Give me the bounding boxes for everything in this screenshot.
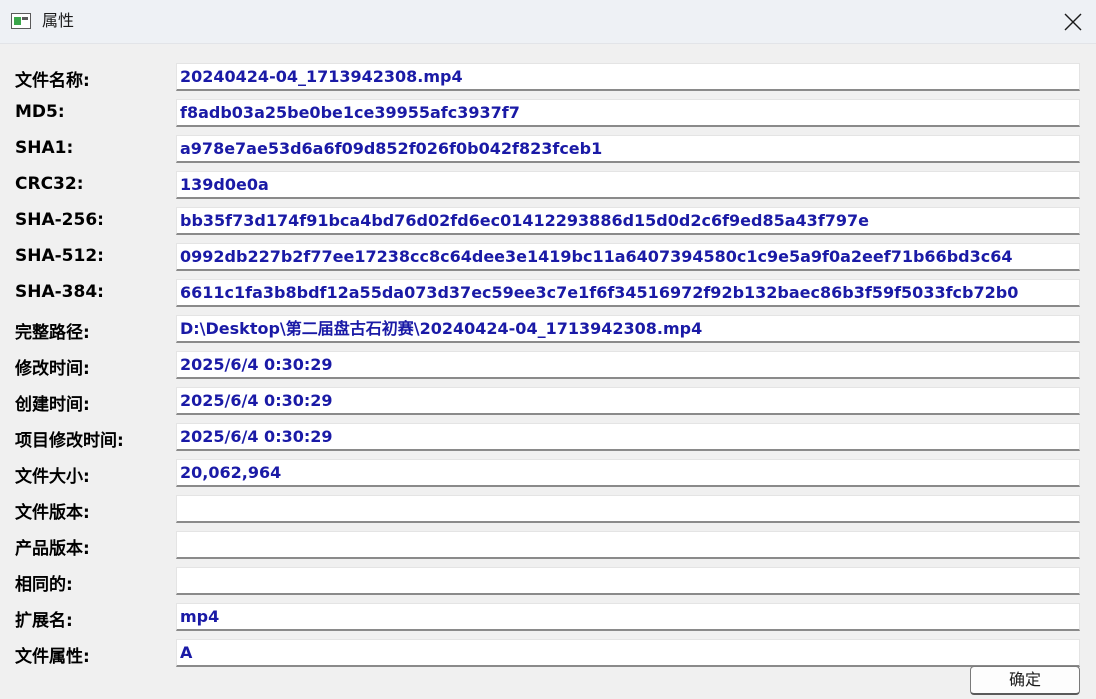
title-bar: 属性 [0, 0, 1096, 44]
file-version-label: 文件版本: [15, 503, 90, 523]
file-name-label: 文件名称: [15, 71, 90, 91]
row-crc32: CRC32: 139d0e0a [0, 170, 1096, 206]
properties-window: 属性 文件名称: 20240424-04_1713942308.mp4 MD5:… [0, 0, 1096, 699]
product-version-field[interactable] [176, 531, 1080, 559]
file-version-field[interactable] [176, 495, 1080, 523]
app-window-icon [11, 13, 31, 29]
sha512-label: SHA-512: [15, 246, 104, 266]
sha512-field[interactable]: 0992db227b2f77ee17238cc8c64dee3e1419bc11… [176, 243, 1080, 271]
row-sha512: SHA-512: 0992db227b2f77ee17238cc8c64dee3… [0, 242, 1096, 278]
row-file-size: 文件大小: 20,062,964 [0, 458, 1096, 494]
close-button[interactable] [1050, 0, 1096, 44]
md5-field[interactable]: f8adb03a25be0be1ce39955afc3937f7 [176, 99, 1080, 127]
attributes-field[interactable]: A [176, 639, 1080, 667]
row-md5: MD5: f8adb03a25be0be1ce39955afc3937f7 [0, 98, 1096, 134]
extension-label: 扩展名: [15, 611, 73, 631]
sha256-field[interactable]: bb35f73d174f91bca4bd76d02fd6ec0141229388… [176, 207, 1080, 235]
crc32-field[interactable]: 139d0e0a [176, 171, 1080, 199]
sha1-field[interactable]: a978e7ae53d6a6f09d852f026f0b042f823fceb1 [176, 135, 1080, 163]
row-modified-time: 修改时间: 2025/6/4 0:30:29 [0, 350, 1096, 386]
sha384-label: SHA-384: [15, 282, 104, 302]
close-icon [1064, 13, 1082, 31]
row-same: 相同的: [0, 566, 1096, 602]
window-title: 属性 [42, 11, 75, 30]
entry-modified-time-label: 项目修改时间: [15, 431, 124, 451]
row-product-version: 产品版本: [0, 530, 1096, 566]
same-field[interactable] [176, 567, 1080, 595]
full-path-field[interactable]: D:\Desktop\第二届盘古石初赛\20240424-04_17139423… [176, 315, 1080, 343]
row-full-path: 完整路径: D:\Desktop\第二届盘古石初赛\20240424-04_17… [0, 314, 1096, 350]
row-created-time: 创建时间: 2025/6/4 0:30:29 [0, 386, 1096, 422]
sha1-label: SHA1: [15, 138, 74, 158]
row-file-version: 文件版本: [0, 494, 1096, 530]
modified-time-label: 修改时间: [15, 359, 90, 379]
full-path-label: 完整路径: [15, 323, 90, 343]
sha384-field[interactable]: 6611c1fa3b8bdf12a55da073d37ec59ee3c7e1f6… [176, 279, 1080, 307]
file-name-field[interactable]: 20240424-04_1713942308.mp4 [176, 63, 1080, 91]
same-label: 相同的: [15, 575, 73, 595]
row-sha1: SHA1: a978e7ae53d6a6f09d852f026f0b042f82… [0, 134, 1096, 170]
row-sha256: SHA-256: bb35f73d174f91bca4bd76d02fd6ec0… [0, 206, 1096, 242]
ok-button[interactable]: 确定 [970, 666, 1080, 695]
created-time-field[interactable]: 2025/6/4 0:30:29 [176, 387, 1080, 415]
row-extension: 扩展名: mp4 [0, 602, 1096, 638]
row-file-name: 文件名称: 20240424-04_1713942308.mp4 [0, 62, 1096, 98]
modified-time-field[interactable]: 2025/6/4 0:30:29 [176, 351, 1080, 379]
sha256-label: SHA-256: [15, 210, 104, 230]
row-sha384: SHA-384: 6611c1fa3b8bdf12a55da073d37ec59… [0, 278, 1096, 314]
row-entry-modified-time: 项目修改时间: 2025/6/4 0:30:29 [0, 422, 1096, 458]
product-version-label: 产品版本: [15, 539, 90, 559]
extension-field[interactable]: mp4 [176, 603, 1080, 631]
row-attributes: 文件属性: A [0, 638, 1096, 674]
created-time-label: 创建时间: [15, 395, 90, 415]
md5-label: MD5: [15, 102, 65, 122]
file-size-label: 文件大小: [15, 467, 90, 487]
entry-modified-time-field[interactable]: 2025/6/4 0:30:29 [176, 423, 1080, 451]
attributes-label: 文件属性: [15, 647, 90, 667]
file-size-field[interactable]: 20,062,964 [176, 459, 1080, 487]
crc32-label: CRC32: [15, 174, 84, 194]
